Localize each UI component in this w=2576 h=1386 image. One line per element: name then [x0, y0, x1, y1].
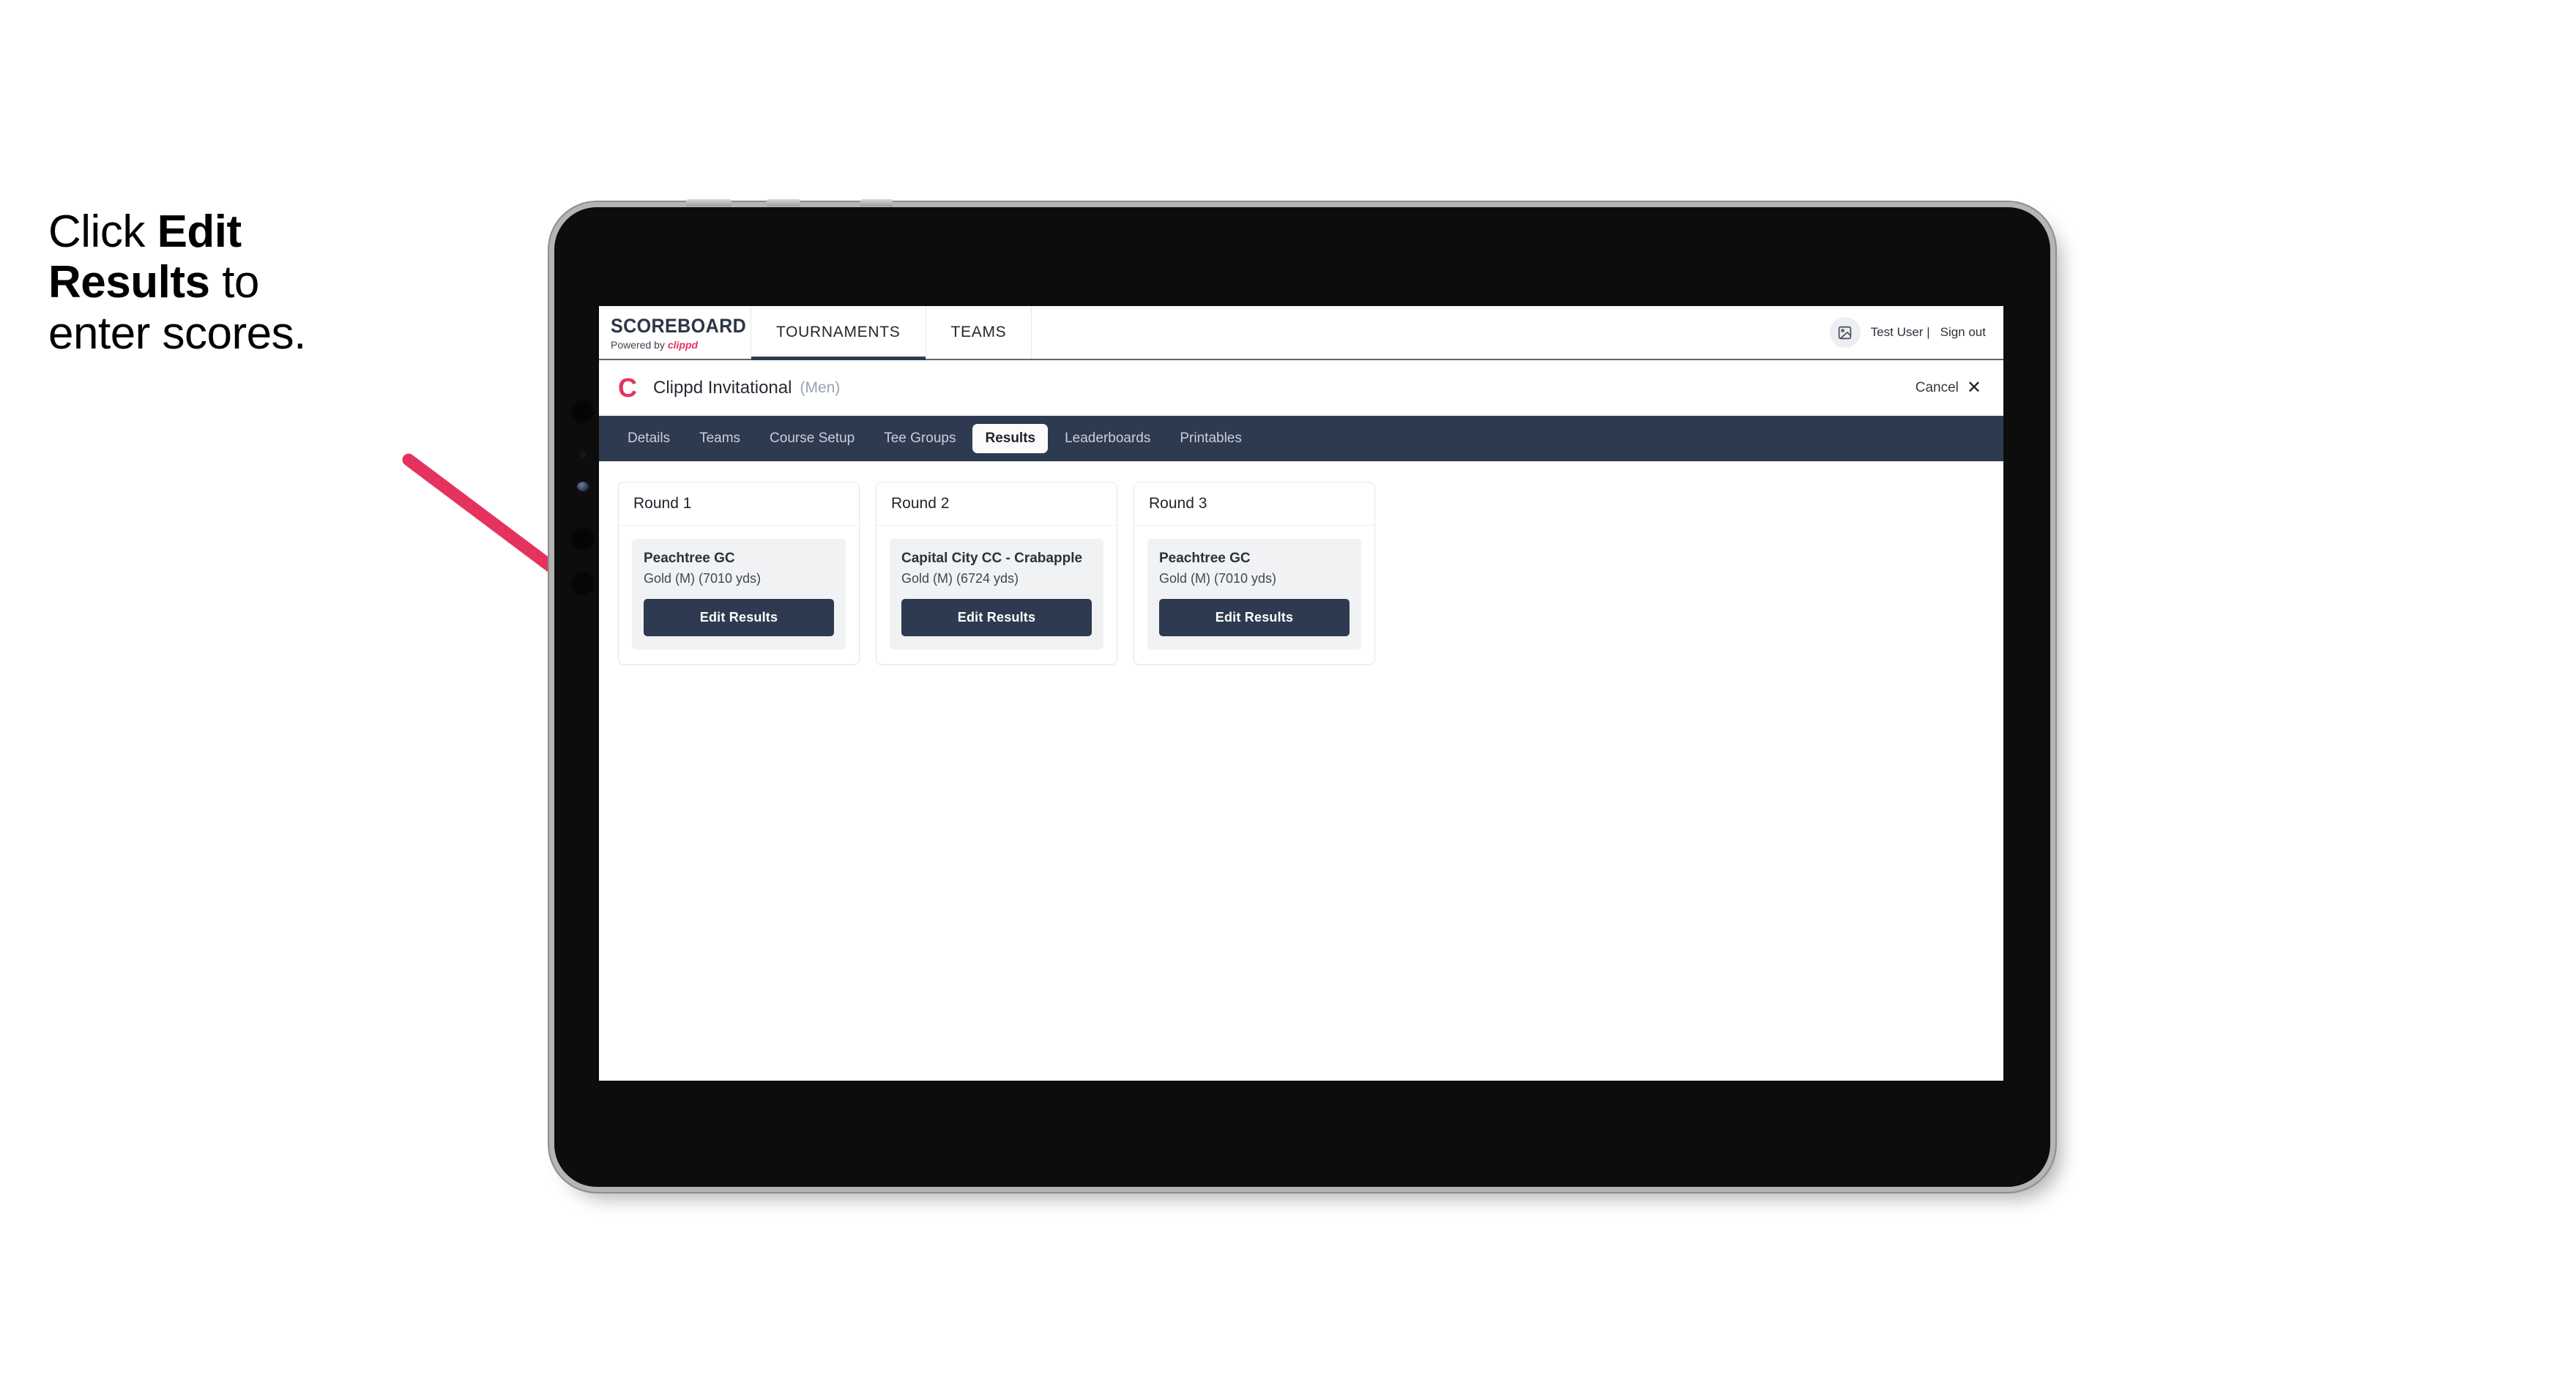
device-flash: [577, 482, 589, 491]
edit-results-button[interactable]: Edit Results: [1159, 599, 1350, 636]
device-camera-lens-1: [570, 399, 595, 424]
round-header: Round 3: [1134, 483, 1374, 526]
tab-results[interactable]: Results: [972, 424, 1049, 453]
device-top-button-1: [686, 199, 732, 206]
brand-clippd-name: clippd: [667, 338, 699, 351]
brand-powered-by: Powered by clippd: [611, 339, 751, 351]
tab-details[interactable]: Details: [615, 424, 682, 453]
device-top-button-2: [767, 199, 800, 206]
round-card: Round 2 Capital City CC - Crabapple Gold…: [876, 482, 1117, 665]
brand-logo: SCOREBOARD Powered by clippd: [599, 306, 751, 359]
course-name: Capital City CC - Crabapple: [901, 551, 1083, 566]
course-info-box: Capital City CC - Crabapple Gold (M) (67…: [890, 539, 1103, 649]
tournament-subheader: C Clippd Invitational (Men) Cancel ✕: [599, 360, 2003, 416]
course-info-box: Peachtree GC Gold (M) (7010 yds) Edit Re…: [632, 539, 846, 649]
tablet-device-frame: SCOREBOARD Powered by clippd TOURNAMENTS…: [554, 199, 2050, 1187]
tab-leaderboards[interactable]: Leaderboards: [1052, 424, 1163, 453]
callout-line1-bold: Edit: [157, 206, 242, 257]
nav-tab-tournaments[interactable]: TOURNAMENTS: [751, 306, 926, 360]
device-sensor-dot: [580, 451, 587, 458]
tab-teams[interactable]: Teams: [687, 424, 753, 453]
course-tee-info: Gold (M) (6724 yds): [901, 571, 1019, 586]
edit-results-button[interactable]: Edit Results: [901, 599, 1092, 636]
clippd-c-logo-icon: C: [618, 372, 637, 403]
callout-line1-prefix: Click: [48, 206, 157, 257]
app-screen: SCOREBOARD Powered by clippd TOURNAMENTS…: [599, 306, 2003, 1081]
round-card: Round 1 Peachtree GC Gold (M) (7010 yds)…: [618, 482, 860, 665]
nav-tab-teams[interactable]: TEAMS: [926, 306, 1032, 359]
course-tee-info: Gold (M) (7010 yds): [1159, 571, 1277, 586]
round-card: Round 3 Peachtree GC Gold (M) (7010 yds)…: [1133, 482, 1375, 665]
brand-title: SCOREBOARD: [611, 314, 747, 337]
user-name-label: Test User |: [1870, 325, 1930, 339]
device-top-button-3: [860, 199, 893, 206]
rounds-grid: Round 1 Peachtree GC Gold (M) (7010 yds)…: [599, 461, 2003, 685]
course-name: Peachtree GC: [644, 551, 735, 566]
course-info-box: Peachtree GC Gold (M) (7010 yds) Edit Re…: [1147, 539, 1361, 649]
topbar-user-area: Test User | Sign out: [1829, 306, 2003, 359]
round-header: Round 2: [876, 483, 1117, 526]
edit-results-button[interactable]: Edit Results: [644, 599, 834, 636]
screenshot-stage: Click Edit Results to enter scores. SCOR…: [0, 0, 2576, 1386]
avatar[interactable]: [1829, 317, 1861, 348]
course-tee-info: Gold (M) (7010 yds): [644, 571, 762, 586]
device-camera-lens-2: [570, 526, 595, 551]
callout-line2-bold: Results: [48, 257, 210, 308]
round-body: Peachtree GC Gold (M) (7010 yds) Edit Re…: [619, 526, 859, 664]
round-body: Peachtree GC Gold (M) (7010 yds) Edit Re…: [1134, 526, 1374, 664]
round-header: Round 1: [619, 483, 859, 526]
sign-out-link[interactable]: Sign out: [1940, 325, 1986, 340]
cancel-label: Cancel: [1915, 379, 1959, 395]
cancel-button[interactable]: Cancel ✕: [1916, 379, 1981, 397]
round-body: Capital City CC - Crabapple Gold (M) (67…: [876, 526, 1117, 664]
tab-printables[interactable]: Printables: [1167, 424, 1254, 453]
tab-course-setup[interactable]: Course Setup: [757, 424, 867, 453]
course-name: Peachtree GC: [1159, 551, 1251, 566]
close-x-icon: ✕: [1966, 377, 1981, 398]
image-placeholder-icon: [1838, 326, 1852, 339]
callout-line3: enter scores.: [48, 308, 306, 359]
instruction-callout: Click Edit Results to enter scores.: [48, 206, 458, 359]
app-topbar: SCOREBOARD Powered by clippd TOURNAMENTS…: [599, 306, 2003, 360]
main-nav-tabs: TOURNAMENTS TEAMS: [751, 306, 1032, 360]
tournament-gender: (Men): [800, 379, 841, 396]
device-camera-lens-3: [570, 571, 595, 596]
tab-tee-groups[interactable]: Tee Groups: [871, 424, 968, 453]
callout-line2-suffix: to: [209, 257, 259, 308]
section-tab-strip: Details Teams Course Setup Tee Groups Re…: [599, 416, 2003, 461]
brand-powered-prefix: Powered by: [611, 338, 668, 351]
tournament-name: Clippd Invitational: [653, 377, 792, 398]
